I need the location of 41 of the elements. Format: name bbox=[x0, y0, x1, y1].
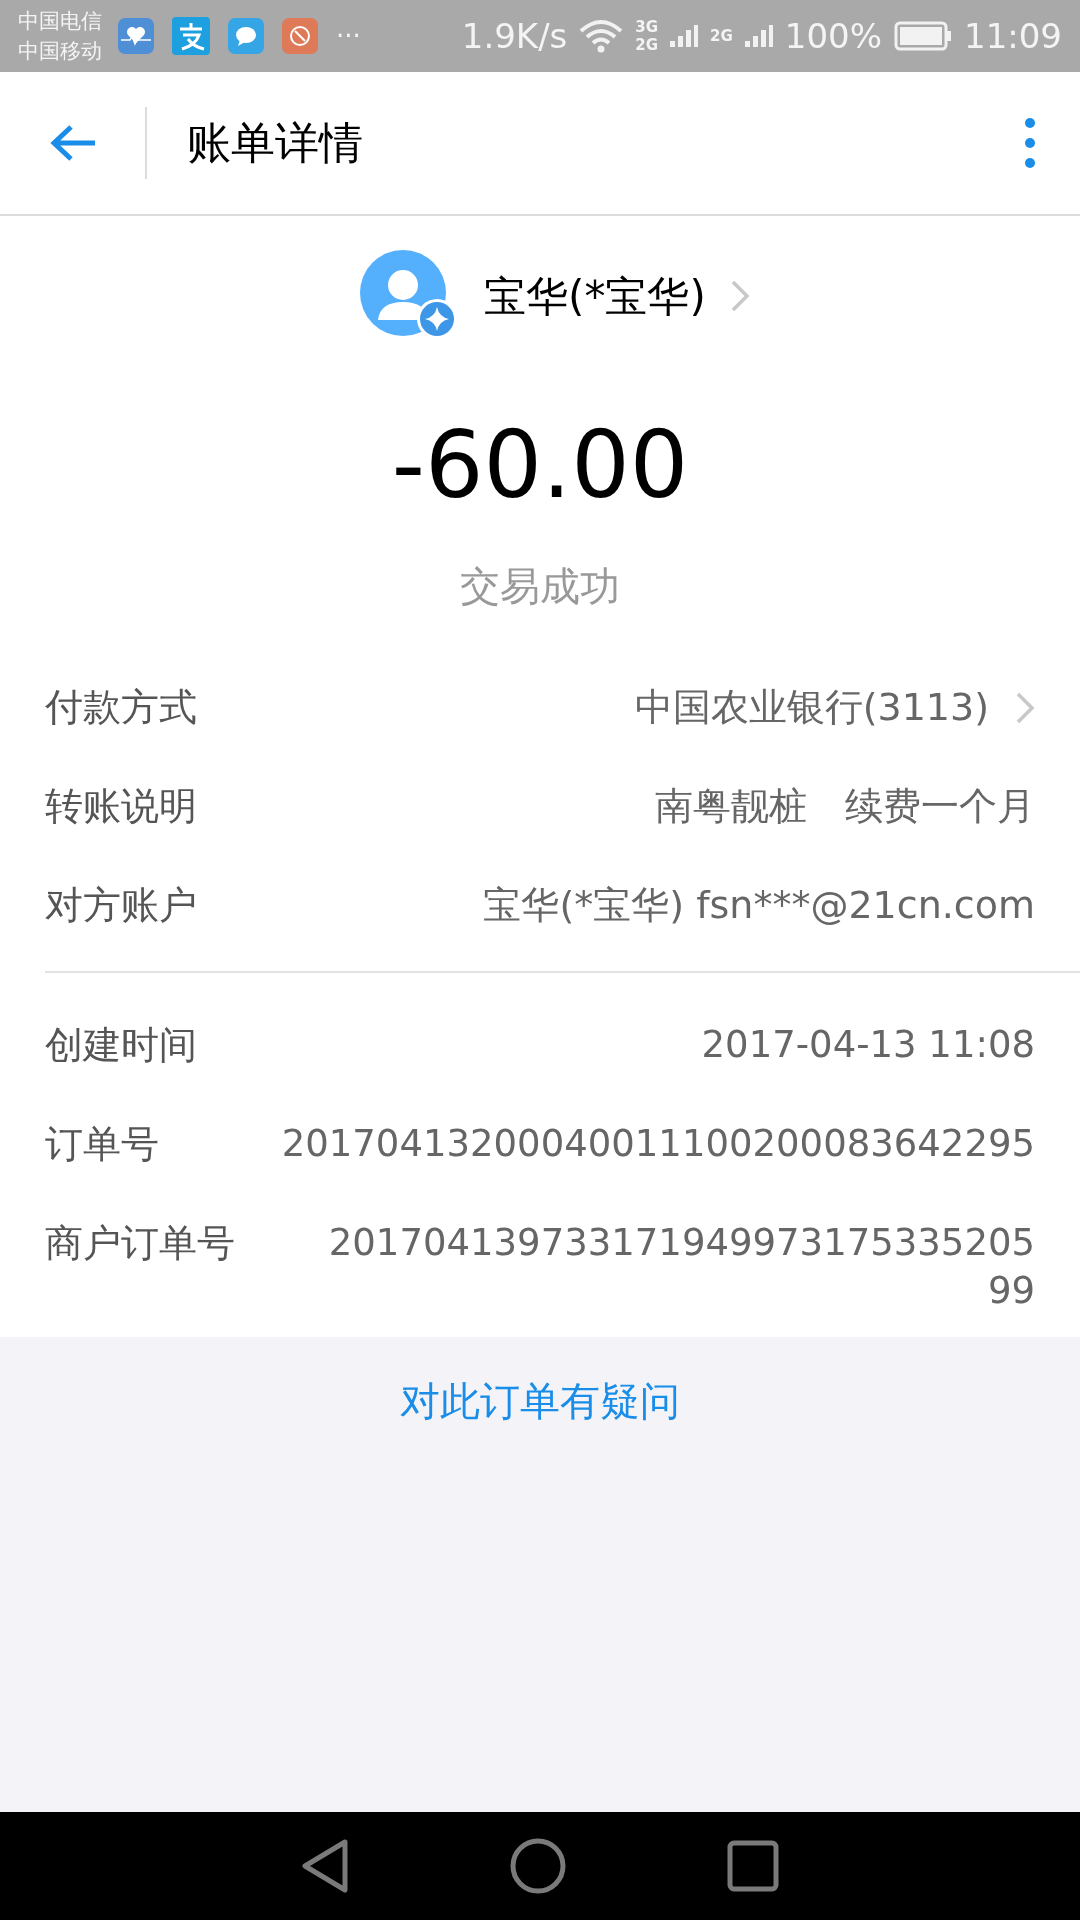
detail-label: 商户订单号 bbox=[45, 1220, 235, 1267]
detail-label: 付款方式 bbox=[45, 684, 197, 731]
back-nav-button[interactable] bbox=[301, 1838, 349, 1894]
network-speed: 1.9K/s bbox=[461, 14, 568, 58]
transaction-status: 交易成功 bbox=[459, 562, 621, 611]
network-type: 2G bbox=[635, 36, 659, 54]
carrier-name: 中国电信 bbox=[18, 8, 102, 35]
battery-icon bbox=[894, 21, 952, 51]
battery-percent: 100% bbox=[784, 14, 882, 58]
detail-value: 宝华(*宝华) fsn***@21cn.com bbox=[483, 882, 1035, 929]
home-nav-button[interactable] bbox=[509, 1837, 567, 1895]
signal-icon bbox=[670, 25, 699, 47]
detail-value: 南粤靓桩 续费一个月 bbox=[655, 783, 1035, 830]
transaction-amount: -60.00 bbox=[390, 420, 690, 512]
page-title: 账单详情 bbox=[187, 116, 363, 170]
recents-nav-button[interactable] bbox=[727, 1840, 779, 1892]
payment-app-icon bbox=[172, 17, 210, 55]
detail-value: 20170413200040011100200083642295 bbox=[280, 1121, 1035, 1167]
chat-app-icon bbox=[228, 18, 264, 54]
signal-icon bbox=[744, 25, 773, 47]
detail-label: 订单号 bbox=[45, 1121, 159, 1168]
detail-value: 20170413973317194997317533520599 bbox=[327, 1220, 1035, 1314]
chevron-right-icon bbox=[729, 279, 750, 313]
network-type: 2G bbox=[710, 27, 733, 45]
carrier-name: 中国移动 bbox=[18, 38, 102, 65]
wifi-icon bbox=[579, 19, 624, 53]
detail-label: 转账说明 bbox=[45, 783, 197, 830]
more-notifications: ··· bbox=[336, 19, 361, 53]
detail-value: 2017-04-13 11:08 bbox=[700, 1022, 1035, 1068]
health-app-icon bbox=[118, 18, 154, 54]
payee-name[interactable]: 宝华(*宝华) bbox=[484, 264, 706, 328]
chevron-right-icon bbox=[1015, 690, 1035, 725]
question-link[interactable]: 对此订单有疑问 bbox=[400, 1371, 680, 1431]
back-arrow-icon bbox=[48, 123, 97, 163]
clock: 11:09 bbox=[964, 14, 1062, 58]
detail-label: 对方账户 bbox=[45, 882, 197, 929]
app-icon bbox=[282, 18, 318, 54]
detail-label: 创建时间 bbox=[45, 1022, 197, 1069]
detail-value[interactable]: 中国农业银行(3113) bbox=[634, 679, 989, 736]
more-icon bbox=[1025, 118, 1035, 168]
network-type: 3G bbox=[635, 18, 659, 36]
